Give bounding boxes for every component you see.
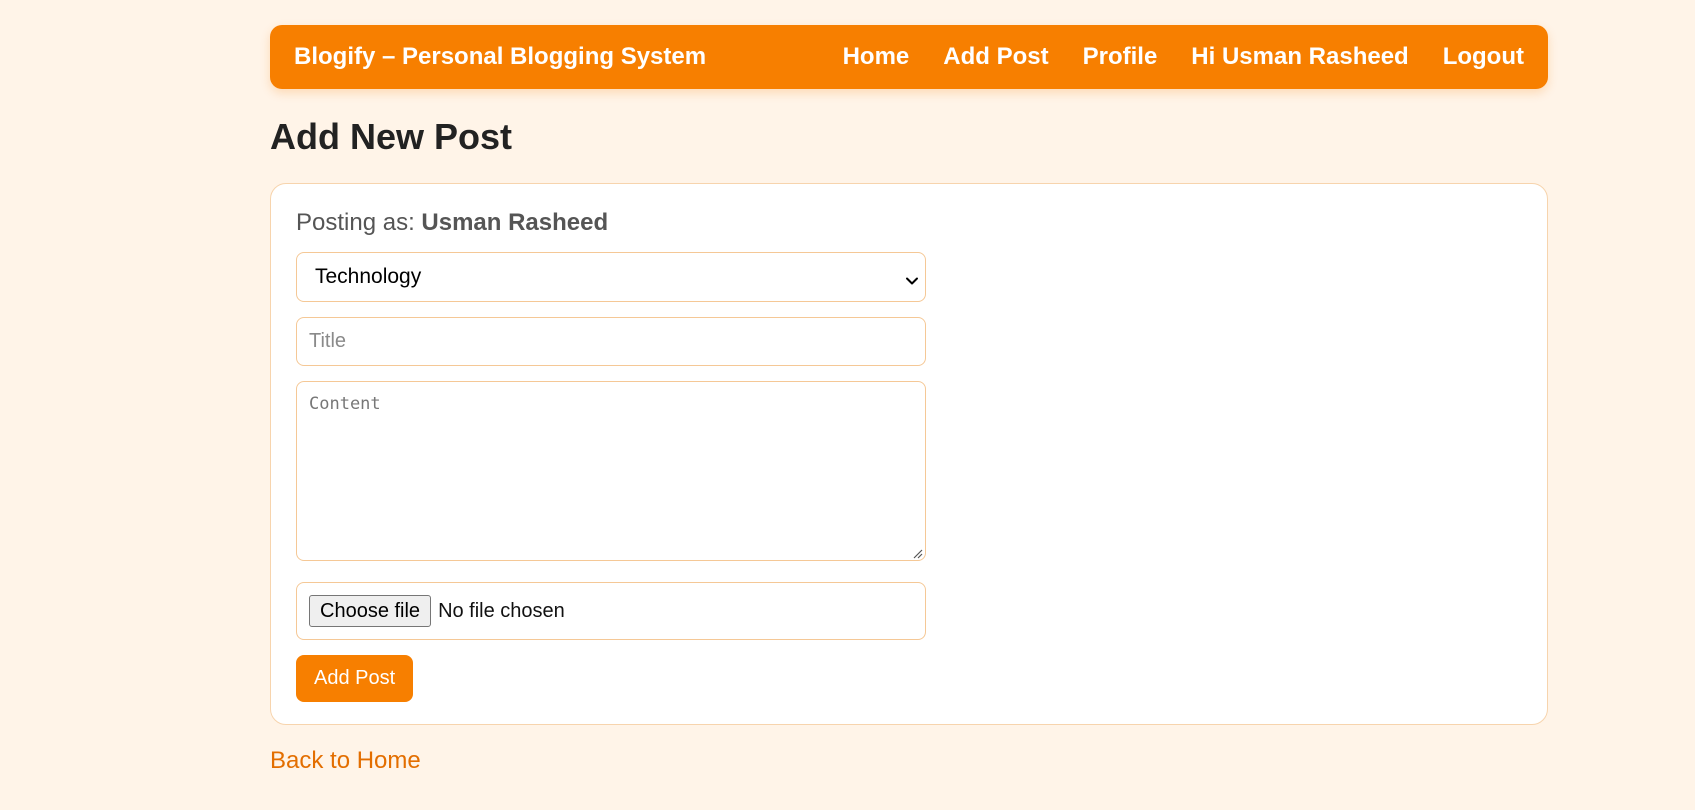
page-title: Add New Post — [270, 116, 513, 157]
category-selected-value: Technology — [315, 265, 422, 288]
posting-as-line: Posting as: Usman Rasheed — [296, 208, 1523, 238]
title-field-wrapper — [296, 317, 926, 366]
top-navbar: Blogify – Personal Blogging System Home … — [270, 25, 1548, 89]
category-select[interactable]: Technology — [296, 252, 926, 302]
content-field-wrapper — [296, 381, 926, 561]
nav-profile-link[interactable]: Profile — [1083, 43, 1158, 71]
resize-grip-icon[interactable] — [911, 546, 923, 559]
nav-links: Home Add Post Profile Hi Usman Rasheed L… — [843, 43, 1524, 71]
posting-as-user: Usman Rasheed — [421, 209, 609, 236]
page-container: Blogify – Personal Blogging System Home … — [270, 25, 1548, 775]
file-status-text: No file chosen — [438, 599, 565, 622]
title-input[interactable] — [309, 330, 913, 353]
nav-home-link[interactable]: Home — [843, 43, 910, 71]
add-post-submit-button[interactable]: Add Post — [296, 655, 414, 702]
content-textarea[interactable] — [309, 394, 913, 548]
back-to-home-link[interactable]: Back to Home — [270, 747, 421, 775]
image-file-input: Choose file No file chosen — [296, 582, 926, 640]
choose-file-button[interactable]: Choose file — [309, 595, 432, 627]
nav-logout-link[interactable]: Logout — [1443, 43, 1524, 71]
brand-title[interactable]: Blogify – Personal Blogging System — [294, 43, 706, 71]
user-greeting: Hi Usman Rasheed — [1191, 43, 1409, 70]
add-post-form-card: Posting as: Usman Rasheed Technology C — [270, 183, 1548, 725]
posting-as-label: Posting as: — [296, 209, 415, 236]
chevron-down-icon — [905, 270, 919, 285]
nav-add-post-link[interactable]: Add Post — [943, 43, 1048, 71]
